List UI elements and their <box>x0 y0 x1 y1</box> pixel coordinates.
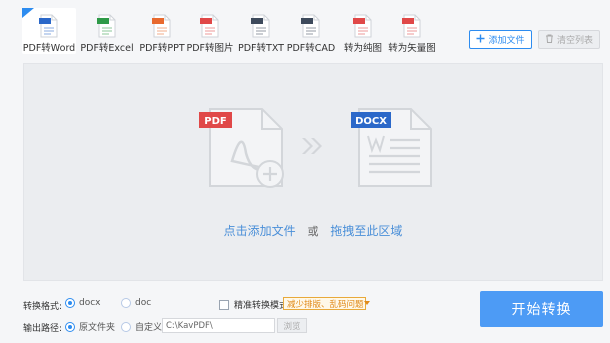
drag-here-text: 拖拽至此区域 <box>330 224 403 238</box>
drop-hint: 点击添加文件 或 拖拽至此区域 <box>24 222 602 239</box>
radio-checked-icon <box>65 298 75 308</box>
caret-down-icon <box>363 299 370 309</box>
trash-icon <box>545 34 554 46</box>
output-path-value: C:\KavPDF\ <box>166 320 213 331</box>
tab-label: PDF转Word <box>22 43 76 54</box>
toolbar: PDF转Word PDF转Excel PDF转PPT PDF转图片 PDF转TXT PDF… <box>0 0 610 56</box>
output-path-label: 输出路径: <box>23 324 63 334</box>
tab-vector[interactable]: 转为矢量图 <box>385 8 439 54</box>
precise-mode-option: 减少排版、乱码问题 <box>287 299 364 310</box>
file-drop-area[interactable]: PDF DOCX 点击添加文件 或 拖拽至此区域 <box>23 63 603 281</box>
format-doc-label: doc <box>135 298 152 308</box>
or-text: 或 <box>307 225 319 238</box>
format-docx-label: docx <box>79 298 101 308</box>
vector-file-icon <box>402 14 421 38</box>
click-add-file-link[interactable]: 点击添加文件 <box>224 224 296 238</box>
format-label: 转换格式: <box>23 302 63 312</box>
clear-list-button[interactable]: 清空列表 <box>538 30 600 49</box>
txt-file-icon <box>251 14 270 38</box>
corner-badge-icon <box>22 8 34 18</box>
browse-button[interactable]: 浏览 <box>277 318 307 333</box>
format-doc-radio[interactable]: doc <box>121 298 151 308</box>
tab-excel[interactable]: PDF转Excel <box>80 8 134 54</box>
pdf-tag-text: PDF <box>204 116 226 127</box>
format-docx-radio[interactable]: docx <box>65 298 101 308</box>
radio-unchecked-icon <box>121 298 131 308</box>
start-convert-button[interactable]: 开始转换 <box>480 291 603 327</box>
ppt-file-icon <box>152 14 171 38</box>
precise-mode-dropdown[interactable]: 减少排版、乱码问题 <box>283 297 370 310</box>
image-file-icon <box>200 14 219 38</box>
precise-mode-checkbox[interactable]: 精准转换模式 <box>219 298 288 311</box>
tab-word[interactable]: PDF转Word <box>22 8 76 54</box>
precise-mode-label: 精准转换模式 <box>234 301 289 311</box>
output-custom-label: 自定义 <box>135 323 163 333</box>
clear-list-label: 清空列表 <box>556 36 593 46</box>
add-file-label: 添加文件 <box>488 36 525 46</box>
tab-label: 转为矢量图 <box>388 43 436 54</box>
add-file-button[interactable]: 添加文件 <box>469 30 532 49</box>
drop-illustration: PDF DOCX <box>199 108 432 188</box>
word-file-icon <box>39 14 58 38</box>
checkbox-icon <box>219 299 229 310</box>
output-original-label: 原文件夹 <box>79 323 116 333</box>
output-custom-radio[interactable]: 自定义 <box>121 320 162 333</box>
radio-unchecked-icon <box>121 321 131 332</box>
radio-checked-icon <box>65 321 75 332</box>
output-path-input[interactable]: C:\KavPDF\ <box>162 318 275 333</box>
docx-tag-text: DOCX <box>355 116 387 127</box>
double-chevron-icon <box>302 138 322 154</box>
output-original-radio[interactable]: 原文件夹 <box>65 320 115 333</box>
pure-image-file-icon <box>353 14 372 38</box>
plus-icon <box>476 34 485 46</box>
cad-file-icon <box>301 14 320 38</box>
excel-file-icon <box>97 14 116 38</box>
